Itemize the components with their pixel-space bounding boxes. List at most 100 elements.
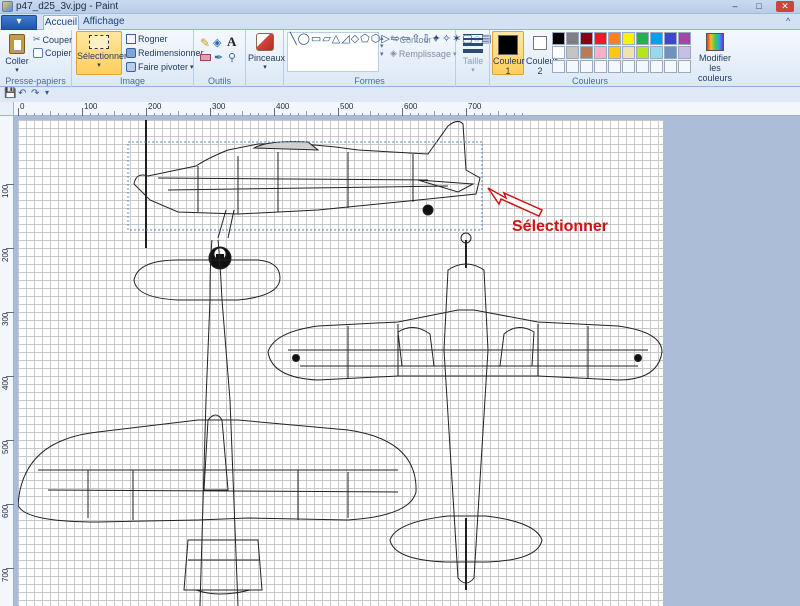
ruler-tick xyxy=(146,108,147,116)
color1-button[interactable]: Couleur 1 xyxy=(492,31,525,76)
palette-swatch[interactable] xyxy=(566,32,579,45)
palette-empty-swatch[interactable] xyxy=(552,60,565,73)
pencil-icon[interactable]: ✎ xyxy=(200,36,210,50)
selection-rectangle-icon xyxy=(89,35,109,49)
crop-button[interactable]: Rogner xyxy=(126,34,168,44)
fill-button[interactable]: ◈ Remplissage ▾ xyxy=(390,48,456,59)
palette-swatch[interactable] xyxy=(636,32,649,45)
ruler-tick xyxy=(274,108,275,116)
palette-swatch[interactable] xyxy=(664,46,677,59)
palette-swatch[interactable] xyxy=(566,46,579,59)
palette-swatch[interactable] xyxy=(636,46,649,59)
magnifier-icon[interactable]: ⚲ xyxy=(228,51,236,64)
palette-swatch[interactable] xyxy=(678,46,691,59)
vertical-ruler: 100 200 300 400 500 600 700 xyxy=(0,116,14,606)
clipboard-group-label: Presse-papiers xyxy=(5,76,66,86)
palette-swatch[interactable] xyxy=(580,32,593,45)
drawing-canvas[interactable]: Sélectionner xyxy=(18,120,663,606)
palette-empty-swatch[interactable] xyxy=(594,60,607,73)
tab-home[interactable]: Accueil xyxy=(43,15,79,30)
save-icon[interactable]: 💾 xyxy=(4,88,16,99)
color1-label: Couleur xyxy=(493,56,525,66)
color1-number: 1 xyxy=(505,66,511,76)
text-tool-icon[interactable]: A xyxy=(227,34,236,50)
palette-swatch[interactable] xyxy=(594,32,607,45)
outline-button[interactable]: ✎ Contour ▾ xyxy=(390,34,437,45)
customize-toolbar-icon[interactable]: ▾ xyxy=(45,88,49,97)
brushes-button[interactable]: Pinceaux ▾ xyxy=(248,33,286,73)
palette-swatch[interactable] xyxy=(650,46,663,59)
palette-swatch[interactable] xyxy=(552,46,565,59)
color2-button[interactable]: Couleur 2 xyxy=(526,34,558,76)
ruler-label: 400 xyxy=(1,376,10,390)
copy-button[interactable]: Copier xyxy=(33,48,72,58)
palette-empty-swatch[interactable] xyxy=(636,60,649,73)
palette-empty-swatch[interactable] xyxy=(566,60,579,73)
tools-group-label: Outils xyxy=(207,76,231,86)
color-picker-icon[interactable]: ✒ xyxy=(214,51,223,64)
maximize-icon[interactable]: □ xyxy=(750,1,768,12)
size-button[interactable]: Taille ▾ xyxy=(458,34,488,76)
palette-empty-swatch[interactable] xyxy=(580,60,593,73)
palette-empty-swatch[interactable] xyxy=(664,60,677,73)
cut-label: Couper xyxy=(42,34,73,45)
close-icon[interactable]: ✕ xyxy=(776,1,794,12)
palette-swatch[interactable] xyxy=(622,46,635,59)
palette-swatch[interactable] xyxy=(552,32,565,45)
copy-label: Copier xyxy=(45,48,72,58)
fill-bucket-icon[interactable]: ◈ xyxy=(213,36,221,49)
ruler-tick xyxy=(338,108,339,116)
size-group: Taille ▾ xyxy=(456,30,490,87)
ribbon-tabs: ▾ Accueil Affichage xyxy=(0,14,800,30)
paint-app-icon[interactable] xyxy=(2,1,13,12)
palette-swatch[interactable] xyxy=(650,32,663,45)
color2-number: 2 xyxy=(537,66,543,76)
ruler-label: 300 xyxy=(212,102,226,111)
ribbon-collapse-icon[interactable]: ^ xyxy=(786,16,790,26)
chevron-down-icon: ▾ xyxy=(433,36,438,44)
palette-empty-swatch[interactable] xyxy=(678,60,691,73)
chevron-down-icon: ▾ xyxy=(97,62,101,69)
ruler-label: 200 xyxy=(1,248,10,262)
undo-icon[interactable]: ↶ xyxy=(18,88,26,99)
file-menu-button[interactable]: ▾ xyxy=(1,15,37,30)
ribbon: Coller ▾ ✂ Couper Copier Presse-papiers S… xyxy=(0,16,800,87)
palette-swatch[interactable] xyxy=(664,32,677,45)
aircraft-blueprint xyxy=(18,120,663,606)
edit-colors-button[interactable]: Modifier les couleurs xyxy=(695,33,735,83)
workspace[interactable]: Sélectionner xyxy=(14,116,800,606)
rotate-button[interactable]: Faire pivoter ▾ xyxy=(126,62,194,72)
palette-swatch[interactable] xyxy=(608,46,621,59)
color2-label: Couleur xyxy=(526,56,558,66)
palette-swatch[interactable] xyxy=(594,46,607,59)
palette-swatch[interactable] xyxy=(580,46,593,59)
ruler-tick xyxy=(18,108,19,116)
brushes-label: Pinceaux xyxy=(248,53,286,63)
gallery-scroll-icon[interactable]: ▴ ▾ ▾ xyxy=(380,34,384,58)
palette-swatch[interactable] xyxy=(622,32,635,45)
paste-label: Coller xyxy=(5,56,29,66)
shapes-gallery[interactable]: ╲◯▭▱△◿◇⬠⬡▷⇨⇦⇧⇩✦✧✶▢◌▤ xyxy=(287,32,492,72)
palette-empty-swatch[interactable] xyxy=(650,60,663,73)
eraser-icon[interactable] xyxy=(200,54,211,61)
ruler-label: 600 xyxy=(404,102,418,111)
cut-button[interactable]: ✂ Couper xyxy=(33,34,72,45)
resize-button[interactable]: Redimensionner xyxy=(126,48,204,58)
title-bar: p47_d25_3v.jpg - Paint – □ ✕ xyxy=(0,0,800,14)
ruler-label: 500 xyxy=(1,440,10,454)
palette-empty-swatch[interactable] xyxy=(622,60,635,73)
palette-swatch[interactable] xyxy=(608,32,621,45)
palette-empty-swatch[interactable] xyxy=(608,60,621,73)
ruler-label: 400 xyxy=(276,102,290,111)
select-button[interactable]: Sélectionner ▾ xyxy=(76,31,127,75)
edit-colors-label: Modifier les couleurs xyxy=(697,53,733,83)
minimize-icon[interactable]: – xyxy=(726,1,744,12)
tab-view[interactable]: Affichage xyxy=(83,15,125,30)
ruler-corner xyxy=(0,102,14,116)
chevron-down-icon: ▾ xyxy=(471,67,475,74)
ruler-label: 700 xyxy=(1,568,10,582)
paste-button[interactable]: Coller ▾ xyxy=(4,34,30,76)
palette-swatch[interactable] xyxy=(678,32,691,45)
redo-icon[interactable]: ↷ xyxy=(31,88,39,99)
ruler-label: 100 xyxy=(1,184,10,198)
